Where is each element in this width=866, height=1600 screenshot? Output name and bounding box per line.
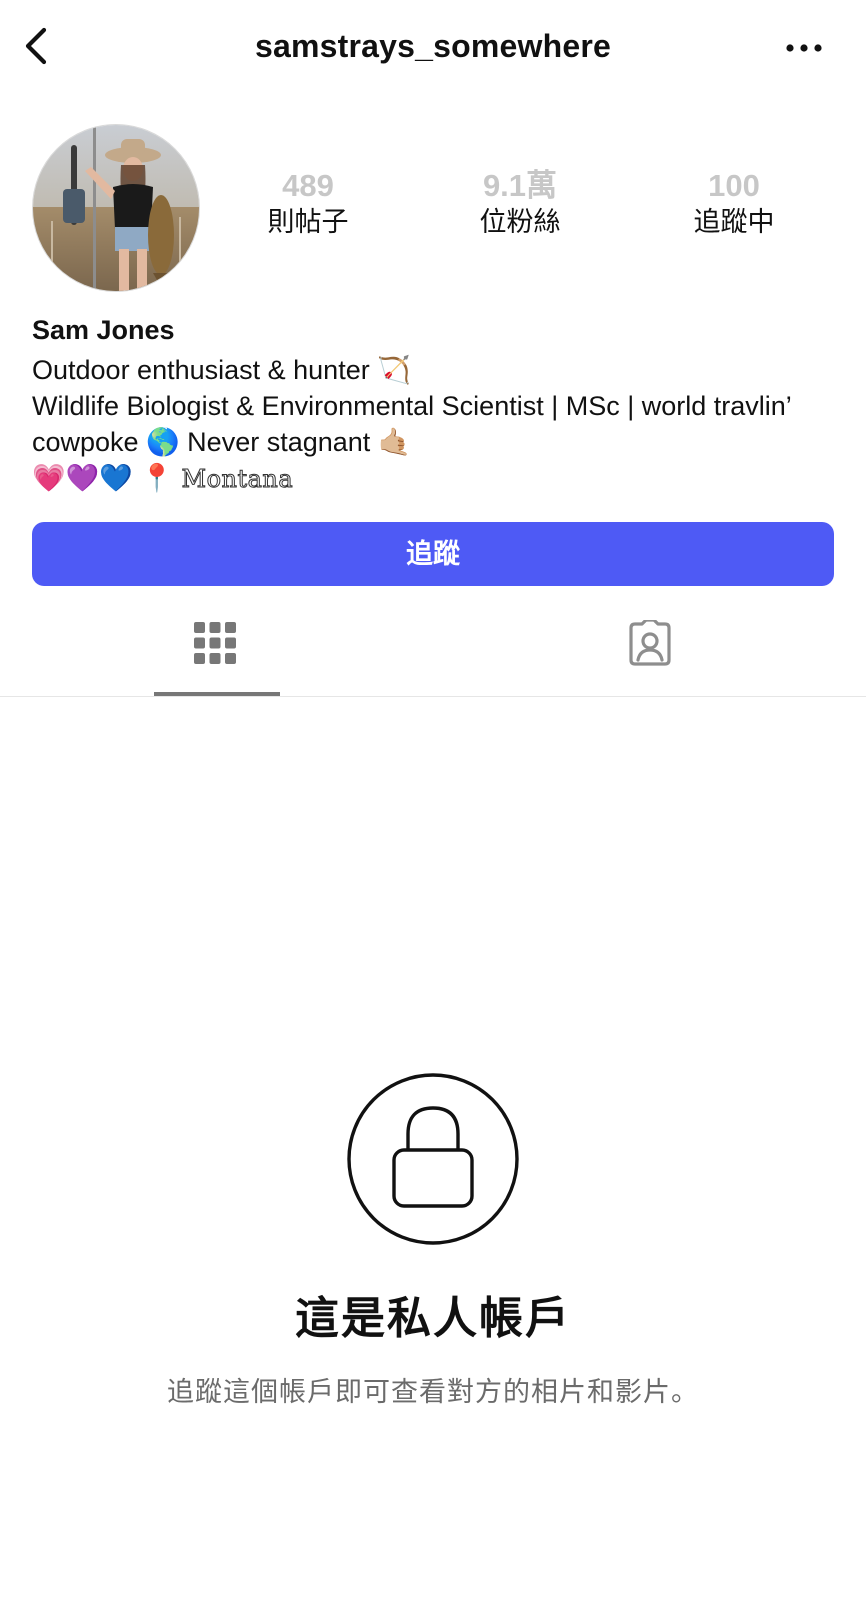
following-count-stat[interactable]: 100 追蹤中 [644,168,824,240]
private-account-lock [346,1072,520,1246]
posts-count-value: 489 [282,168,334,203]
posts-count-label: 則帖子 [267,207,349,237]
private-account-title: 這是私人帳戶 [295,1294,571,1343]
followers-count-value: 9.1萬 [482,168,558,203]
tab-posts-grid[interactable] [0,600,433,696]
follow-button[interactable]: 追蹤 [32,522,834,586]
avatar-photo [33,125,199,291]
following-count-value: 100 [708,168,760,203]
following-count-label: 追蹤中 [693,207,775,237]
followers-count-label: 位粉絲 [479,207,561,237]
private-account-description: 追蹤這個帳戶即可查看對方的相片和影片。 [167,1377,699,1407]
more-horizontal-icon [786,44,822,52]
lock-icon [347,1073,519,1245]
bio-emoji-hearts-pin: 💗💜💙 📍 [32,463,174,493]
profile-display-name: Sam Jones [32,315,175,345]
tagged-person-icon [629,620,671,666]
bio-location: Montana [181,465,294,494]
posts-count-stat: 489 則帖子 [218,168,398,240]
profile-username-title: samstrays_somewhere [254,28,612,64]
profile-avatar[interactable] [32,124,200,292]
top-navigation-bar: samstrays_somewhere [0,0,866,96]
tab-tagged[interactable] [433,600,866,696]
bio-line-1: Outdoor enthusiast & hunter 🏹 [32,355,411,385]
active-tab-indicator [154,692,280,696]
more-options-button[interactable] [782,26,826,70]
profile-bio: Sam Jones Outdoor enthusiast & hunter 🏹 … [32,312,832,497]
bio-line-3: 💗💜💙 📍 Montana [32,460,832,497]
followers-count-stat[interactable]: 9.1萬 位粉絲 [430,168,610,240]
bio-line-2: Wildlife Biologist & Environmental Scien… [32,391,791,457]
profile-tabs [0,600,866,697]
grid-icon [194,622,236,664]
